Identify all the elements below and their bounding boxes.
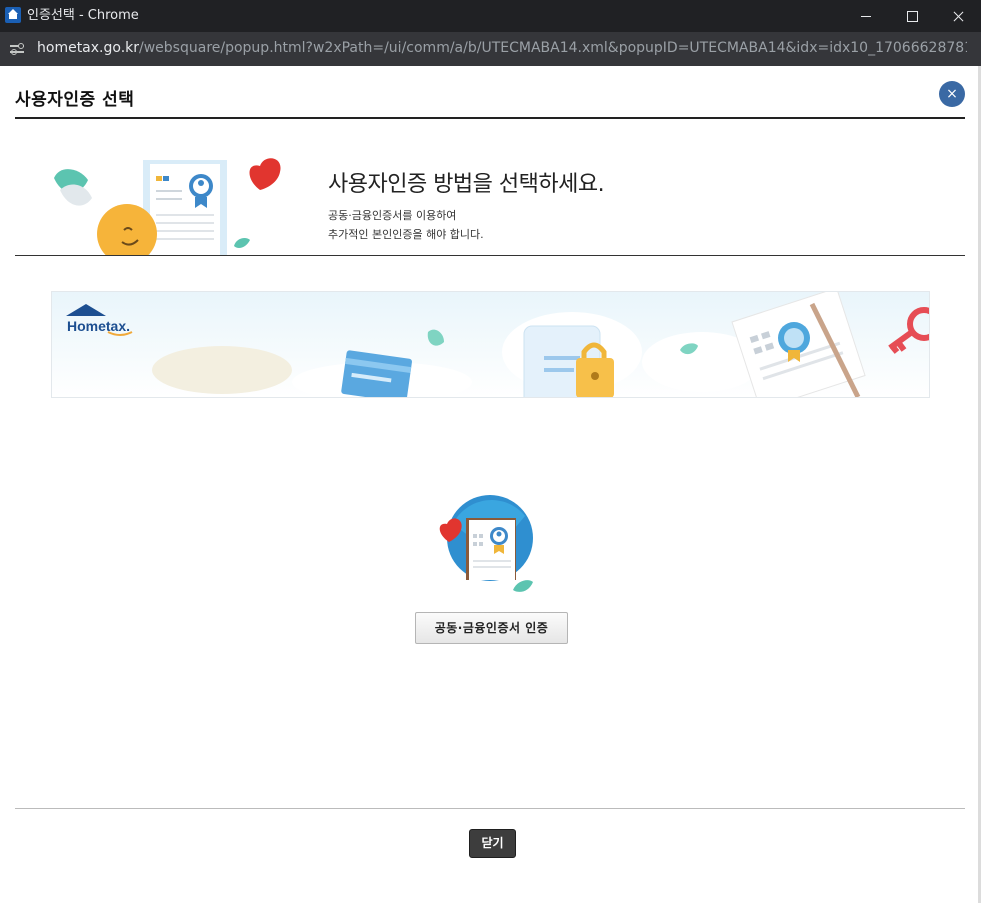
url-path: /websquare/popup.html?w2xPath=/ui/comm/a… <box>139 40 967 56</box>
hero-description-line1: 공동·금융인증서를 이용하여 <box>328 209 457 222</box>
footer-divider <box>15 808 965 809</box>
home-favicon-icon <box>5 7 21 23</box>
address-bar: hometax.go.kr/websquare/popup.html?w2xPa… <box>0 32 981 66</box>
tune-icon[interactable] <box>10 42 24 56</box>
window-titlebar: 인증선택 - Chrome <box>0 0 981 32</box>
hero-illustration <box>54 158 281 255</box>
minimize-icon[interactable] <box>843 0 889 32</box>
url-text[interactable]: hometax.go.kr/websquare/popup.html?w2xPa… <box>37 40 967 57</box>
hometax-logo: Hometax. <box>67 318 131 334</box>
popup-title: 사용자인증 선택 <box>15 90 135 110</box>
hero-description-line2: 추가적인 본인인증을 해야 합니다. <box>328 228 484 241</box>
hero-heading: 사용자인증 방법을 선택하세요. <box>328 172 605 197</box>
hometax-banner: Hometax. <box>51 291 930 398</box>
hero-divider <box>15 255 965 256</box>
banner-illustration <box>66 292 929 397</box>
close-icon[interactable]: × <box>939 81 965 107</box>
leaf-icon <box>513 580 533 592</box>
header-divider <box>15 117 965 119</box>
url-host: hometax.go.kr <box>37 40 140 56</box>
card-icon <box>341 350 412 397</box>
leaf-icon <box>234 238 250 248</box>
leaf-icon <box>427 329 444 346</box>
window-title: 인증선택 - Chrome <box>27 8 139 23</box>
heart-icon <box>249 158 281 190</box>
certificate-auth-button[interactable]: 공동·금융인증서 인증 <box>415 612 568 644</box>
maximize-icon[interactable] <box>889 0 935 32</box>
key-icon <box>888 307 929 354</box>
roof-icon <box>66 304 106 316</box>
window-close-icon[interactable] <box>935 0 981 32</box>
certificate-icon <box>439 495 533 592</box>
close-button[interactable]: 닫기 <box>469 829 516 858</box>
